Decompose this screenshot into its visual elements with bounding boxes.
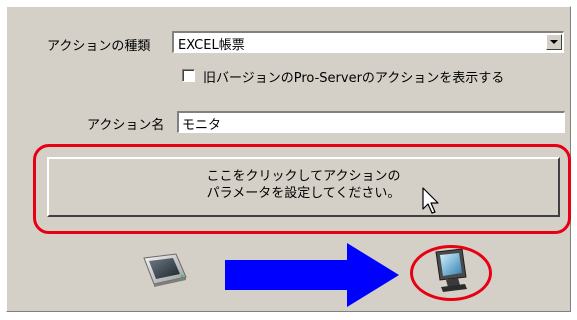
action-type-value: EXCEL帳票 [178,38,245,53]
action-name-field[interactable]: モニタ [177,111,565,133]
action-name-value: モニタ [182,118,222,133]
highlight-rectangle [33,144,571,234]
action-type-dropdown[interactable]: EXCEL帳票 [172,31,564,53]
legacy-action-label: 旧バージョンのPro-Serverのアクションを表示する [203,71,505,86]
chevron-down-icon[interactable] [546,34,562,50]
legacy-action-checkbox[interactable] [182,69,195,82]
monitor-icon [435,249,467,292]
action-type-label: アクションの種類 [47,39,151,54]
right-arrow-icon [225,243,399,307]
display-panel-icon [143,253,187,287]
mouse-cursor-icon [422,187,439,214]
action-settings-panel: アクションの種類 EXCEL帳票 旧バージョンのPro-Serverのアクション… [6,6,571,312]
action-name-label: アクション名 [87,118,165,133]
